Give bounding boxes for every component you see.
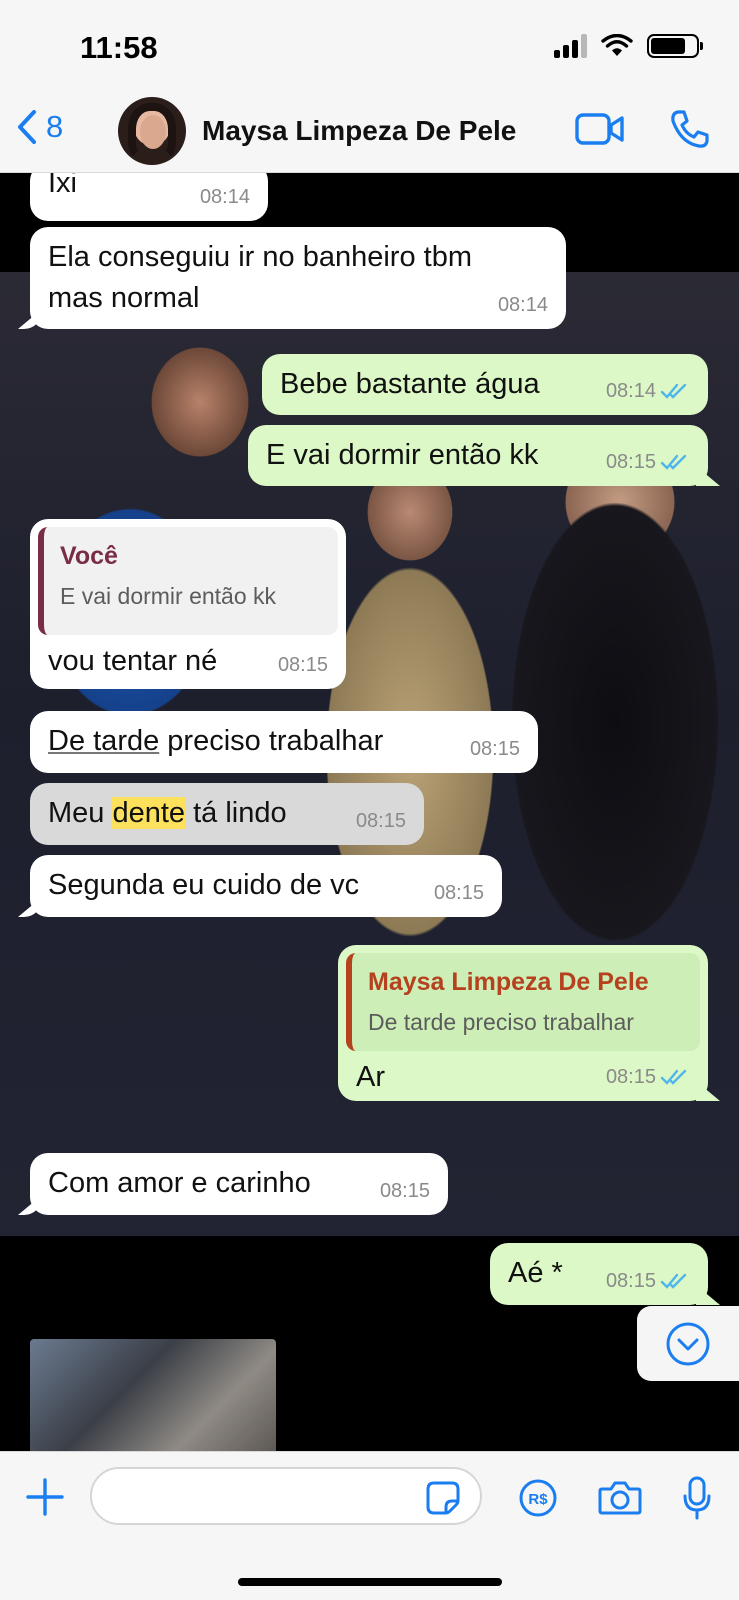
- incoming-message[interactable]: Ixi 08:14: [30, 173, 268, 221]
- media-thumbnail[interactable]: [30, 1339, 276, 1451]
- message-text: Com amor e carinho: [48, 1167, 311, 1199]
- quoted-sender: Você: [60, 542, 118, 570]
- incoming-message[interactable]: De tarde preciso trabalhar 08:15: [30, 711, 538, 773]
- chat-header: 8 Maysa Limpeza De Pele: [0, 95, 739, 173]
- wifi-icon: [601, 34, 633, 56]
- message-time: 08:15: [433, 882, 484, 904]
- message-list[interactable]: Ixi 08:14 Ela conseguiu ir no banheiro t…: [0, 173, 739, 1451]
- message-text: preciso trabalhar: [159, 725, 384, 757]
- phone-call-icon[interactable]: [669, 109, 709, 149]
- message-text: Ixi: [48, 173, 77, 199]
- outgoing-message[interactable]: Bebe bastante água 08:14: [262, 354, 708, 415]
- message-status: 08:15: [606, 1063, 690, 1091]
- svg-text:R$: R$: [528, 1491, 548, 1508]
- chevron-left-icon: [18, 110, 36, 144]
- incoming-message-selected[interactable]: Meu dente tá lindo 08:15: [30, 783, 424, 845]
- incoming-message[interactable]: Ela conseguiu ir no banheiro tbm mas nor…: [30, 227, 566, 329]
- message-status: 08:14: [606, 377, 690, 405]
- message-input[interactable]: [90, 1467, 482, 1525]
- message-time: 08:14: [199, 186, 250, 208]
- message-time: 08:15: [605, 1066, 656, 1088]
- message-time: 08:15: [605, 451, 656, 473]
- read-receipt-icon: [660, 454, 687, 470]
- quoted-message[interactable]: Você E vai dormir então kk: [38, 527, 338, 635]
- back-button[interactable]: 8: [16, 109, 63, 145]
- incoming-message[interactable]: Com amor e carinho 08:15: [30, 1153, 448, 1215]
- message-text: Bebe bastante água: [280, 368, 540, 400]
- message-time: 08:15: [277, 654, 328, 676]
- contact-name[interactable]: Maysa Limpeza De Pele: [202, 115, 516, 147]
- home-indicator[interactable]: [238, 1578, 502, 1586]
- plus-icon[interactable]: [26, 1478, 64, 1516]
- composer-actions: R$: [518, 1476, 712, 1520]
- battery-icon: [647, 34, 703, 58]
- quoted-sender: Maysa Limpeza De Pele: [368, 968, 649, 996]
- quoted-text: E vai dormir então kk: [60, 583, 277, 609]
- camera-icon[interactable]: [598, 1479, 642, 1517]
- outgoing-message[interactable]: E vai dormir então kk 08:15: [248, 425, 708, 486]
- outgoing-message[interactable]: Aé * 08:15: [490, 1243, 708, 1305]
- message-text-highlighted: dente: [112, 797, 186, 829]
- status-bar: 11:58: [0, 0, 739, 95]
- incoming-reply-message[interactable]: Você E vai dormir então kk vou tentar né…: [30, 519, 346, 689]
- composer-bar: R$: [0, 1451, 739, 1600]
- read-receipt-icon: [660, 1069, 687, 1085]
- incoming-message[interactable]: Segunda eu cuido de vc 08:15: [30, 855, 502, 917]
- quoted-message[interactable]: Maysa Limpeza De Pele De tarde preciso t…: [346, 953, 700, 1051]
- read-receipt-icon: [660, 1273, 687, 1289]
- scroll-to-bottom-button[interactable]: [637, 1306, 739, 1381]
- message-text-line1: Ela conseguiu ir no banheiro tbm: [48, 241, 472, 273]
- message-text: E vai dormir então kk: [266, 439, 539, 471]
- message-text: tá lindo: [185, 797, 287, 829]
- microphone-icon[interactable]: [682, 1476, 712, 1520]
- message-text: Aé *: [508, 1257, 563, 1289]
- signal-icon: [554, 34, 587, 58]
- message-time: 08:15: [469, 738, 520, 760]
- unread-count: 8: [46, 109, 64, 144]
- message-time: 08:15: [355, 810, 406, 832]
- read-receipt-icon: [660, 383, 687, 399]
- message-status: 08:15: [606, 1267, 690, 1295]
- quoted-text: De tarde preciso trabalhar: [368, 1009, 634, 1035]
- chevron-down-circle-icon: [666, 1322, 710, 1365]
- message-status: 08:15: [606, 448, 690, 476]
- payment-icon[interactable]: R$: [518, 1478, 558, 1518]
- status-time: 11:58: [80, 30, 158, 65]
- message-text: Segunda eu cuido de vc: [48, 869, 360, 901]
- header-actions: [575, 109, 709, 149]
- status-icons: [554, 34, 703, 58]
- outgoing-reply-message[interactable]: Maysa Limpeza De Pele De tarde preciso t…: [338, 945, 708, 1101]
- message-time: 08:15: [605, 1270, 656, 1292]
- avatar[interactable]: [118, 97, 186, 165]
- sticker-icon[interactable]: [426, 1481, 460, 1515]
- message-text-underlined: De tarde: [48, 725, 160, 757]
- message-time: 08:14: [497, 294, 548, 316]
- message-text: Meu: [48, 797, 113, 829]
- message-time: 08:14: [605, 380, 656, 402]
- message-text-line2: mas normal: [48, 281, 200, 314]
- message-time: 08:15: [379, 1180, 430, 1202]
- video-call-icon[interactable]: [575, 112, 625, 146]
